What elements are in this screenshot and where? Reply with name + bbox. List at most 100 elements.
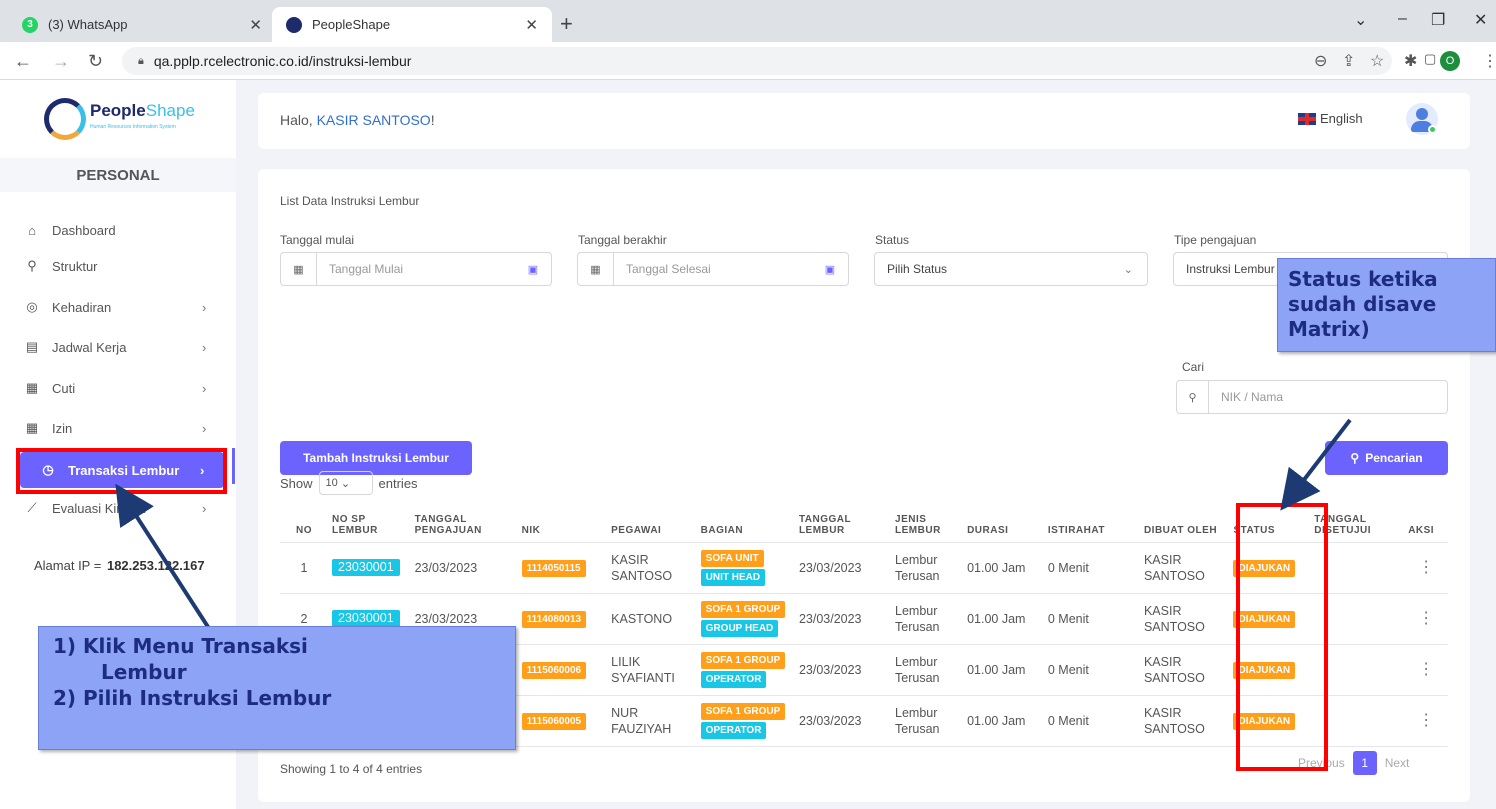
fingerprint-icon: ◎ xyxy=(26,299,38,314)
column-header[interactable]: NO xyxy=(280,502,329,543)
online-status-icon xyxy=(1428,125,1437,134)
column-header[interactable]: PEGAWAI xyxy=(607,502,697,543)
end-date-label: Tanggal berakhir xyxy=(578,233,667,247)
nik-badge: 1114080013 xyxy=(521,610,587,628)
cell-dibuat: KASIR SANTOSO xyxy=(1139,593,1230,645)
row-actions-icon[interactable]: ⋮ xyxy=(1404,593,1448,645)
sidebar-item-izin[interactable]: ▦ Izin › xyxy=(0,410,236,446)
greeting: Halo, KASIR SANTOSO! xyxy=(280,112,435,128)
tab-peopleshape[interactable]: PeopleShape ✕ xyxy=(272,7,552,42)
row-actions-icon[interactable]: ⋮ xyxy=(1404,695,1448,747)
cell-tgl-lembur: 23/03/2023 xyxy=(794,593,892,645)
chevron-right-icon: › xyxy=(202,380,207,396)
status-note: Status ketika sudah disave Matrix) xyxy=(1277,258,1496,352)
column-header[interactable]: DURASI xyxy=(963,502,1044,543)
cell-nik: 1115060005 xyxy=(517,695,608,747)
back-icon[interactable]: ← xyxy=(14,51,32,72)
tab-search-icon[interactable]: ⌄ xyxy=(1354,10,1367,30)
add-overtime-instruction-button[interactable]: Tambah Instruksi Lembur xyxy=(280,441,472,475)
close-window-icon[interactable]: ✕ xyxy=(1474,10,1487,30)
cell-nik: 1114080013 xyxy=(517,593,608,645)
highlight-menu-box xyxy=(16,448,227,494)
start-date-label: Tanggal mulai xyxy=(280,233,355,247)
column-header[interactable]: TANGGAL PENGAJUAN xyxy=(410,502,518,543)
profile-avatar[interactable]: O xyxy=(1440,51,1460,71)
cell-dibuat: KASIR SANTOSO xyxy=(1139,644,1230,696)
app-logo[interactable]: PeopleShape Human Resources Information … xyxy=(44,98,195,140)
address-bar: ← → ↻ 🔒︎ qa.pplp.rcelectronic.co.id/inst… xyxy=(0,42,1496,80)
position-badge: UNIT HEAD xyxy=(700,569,766,586)
row-actions-icon[interactable]: ⋮ xyxy=(1404,644,1448,696)
division-badge: SOFA 1 GROUP xyxy=(700,652,786,669)
language-switcher[interactable]: English xyxy=(1298,111,1363,126)
search-input[interactable]: ⚲ NIK / Nama xyxy=(1176,380,1448,414)
close-tab-icon[interactable]: ✕ xyxy=(249,16,262,34)
sidebar-item-cuti[interactable]: ▦ Cuti › xyxy=(0,370,236,406)
tab-whatsapp[interactable]: 3 (3) WhatsApp ✕ xyxy=(8,7,276,42)
user-avatar[interactable] xyxy=(1406,103,1438,135)
peopleshape-favicon-icon xyxy=(286,16,302,33)
column-header[interactable]: NIK xyxy=(517,502,608,543)
search-button[interactable]: ⚲ Pencarian xyxy=(1325,441,1448,475)
cell-durasi: 01.00 Jam xyxy=(963,593,1044,645)
calendar-icon: ▦ xyxy=(578,253,614,285)
cell-pegawai: NUR FAUZIYAH xyxy=(607,695,697,747)
entries-select[interactable]: 10 ⌄ xyxy=(318,471,373,495)
tab-label: PeopleShape xyxy=(312,17,391,32)
sp-number-badge[interactable]: 23030001 xyxy=(332,610,400,627)
page-button[interactable]: 1 xyxy=(1352,751,1377,775)
cell-tgl-lembur: 23/03/2023 xyxy=(794,644,892,696)
instruction-note: 1) Klik Menu Transaksi Lembur 2) Pilih I… xyxy=(38,626,516,750)
whatsapp-icon: 3 xyxy=(22,16,38,33)
column-header[interactable]: JENIS LEMBUR xyxy=(891,502,964,543)
sidebar-item-struktur[interactable]: ⚲ Struktur xyxy=(0,248,236,284)
side-panel-icon[interactable]: ▢ xyxy=(1424,51,1436,67)
division-badge: SOFA 1 GROUP xyxy=(700,601,786,618)
cell-durasi: 01.00 Jam xyxy=(963,542,1044,594)
calendar-picker-icon[interactable]: ▣ xyxy=(812,263,848,276)
logo-mark-icon xyxy=(44,98,86,140)
column-header[interactable]: ISTIRAHAT xyxy=(1043,502,1140,543)
column-header[interactable]: NO SP LEMBUR xyxy=(328,502,411,543)
cell-tgl-pengajuan: 23/03/2023 xyxy=(410,542,518,594)
url-field[interactable]: 🔒︎ qa.pplp.rcelectronic.co.id/instruksi-… xyxy=(122,47,1392,75)
chevron-right-icon: › xyxy=(202,500,207,516)
column-header[interactable]: BAGIAN xyxy=(696,502,795,543)
sidebar-item-jadwal-kerja[interactable]: ▤ Jadwal Kerja › xyxy=(0,329,236,365)
sp-number-badge[interactable]: 23030001 xyxy=(332,559,400,576)
minimize-icon[interactable]: – xyxy=(1398,10,1407,28)
bookmark-star-icon[interactable]: ☆ xyxy=(1370,51,1384,71)
cell-dibuat: KASIR SANTOSO xyxy=(1139,695,1230,747)
status-select[interactable]: Pilih Status ⌄ xyxy=(874,252,1148,286)
column-header[interactable]: DIBUAT OLEH xyxy=(1139,502,1230,543)
close-tab-icon[interactable]: ✕ xyxy=(525,16,538,34)
calendar-picker-icon[interactable]: ▣ xyxy=(515,263,551,276)
sidebar-item-kehadiran[interactable]: ◎ Kehadiran › xyxy=(0,289,236,325)
new-tab-icon[interactable]: + xyxy=(560,11,573,37)
zoom-icon[interactable]: ⊖ xyxy=(1314,51,1327,71)
cell-pegawai: KASIR SANTOSO xyxy=(607,542,697,594)
column-header[interactable]: TANGGAL LEMBUR xyxy=(794,502,892,543)
briefcase-icon: ▤ xyxy=(25,339,39,354)
cell-jenis: Lembur Terusan xyxy=(891,593,964,645)
cell-nik: 1115060006 xyxy=(517,644,608,696)
end-date-field[interactable]: ▦ Tanggal Selesai ▣ xyxy=(577,252,849,286)
row-actions-icon[interactable]: ⋮ xyxy=(1404,542,1448,594)
reload-icon[interactable]: ↻ xyxy=(88,51,103,72)
sidebar-item-evaluasi-kinerja[interactable]: ⟋ Evaluasi Kinerja › xyxy=(0,490,236,526)
search-icon: ⚲ xyxy=(1350,451,1360,465)
position-badge: OPERATOR xyxy=(700,722,767,739)
restore-icon[interactable]: ❐ xyxy=(1431,10,1445,30)
browser-tab-bar: 3 (3) WhatsApp ✕ PeopleShape ✕ + ⌄ – ❐ ✕ xyxy=(0,0,1496,42)
menu-kebab-icon[interactable]: ⋮ xyxy=(1482,51,1496,71)
share-icon[interactable]: ⇪ xyxy=(1342,51,1355,71)
start-date-field[interactable]: ▦ Tanggal Mulai ▣ xyxy=(280,252,552,286)
sidebar-item-dashboard[interactable]: ⌂ Dashboard xyxy=(0,212,236,248)
next-page-button[interactable]: Next xyxy=(1385,756,1410,770)
extensions-icon[interactable]: ✱ xyxy=(1404,51,1417,71)
position-badge: OPERATOR xyxy=(700,671,767,688)
search-icon: ⚲ xyxy=(1177,381,1209,413)
cell-istirahat: 0 Menit xyxy=(1043,542,1140,594)
status-label: Status xyxy=(875,233,910,247)
forward-icon[interactable]: → xyxy=(52,51,70,72)
